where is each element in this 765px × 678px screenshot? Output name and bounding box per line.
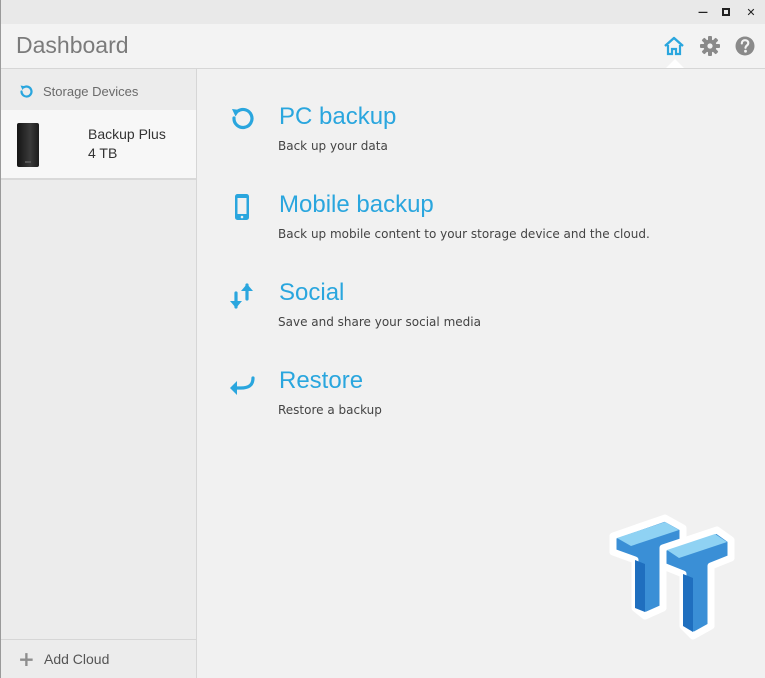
action-description: Back up mobile content to your storage d… [278,227,650,241]
add-cloud-button[interactable]: + Add Cloud [1,639,196,678]
app-header: Dashboard [1,24,765,69]
pc-backup-action[interactable]: PC backup Back up your data [197,103,697,163]
refresh-icon [232,107,254,130]
mobile-backup-action[interactable]: Mobile backup Back up mobile content to … [197,191,697,251]
storage-devices-label: Storage Devices [43,83,139,99]
gear-icon [700,36,720,56]
help-button[interactable] [734,35,756,57]
storage-devices-header[interactable]: Storage Devices [18,81,138,101]
return-arrow-icon [230,376,255,395]
action-title: Mobile backup [279,191,434,218]
maximize-button[interactable] [718,4,734,20]
device-name: Backup Plus [88,126,166,142]
home-button[interactable] [663,35,685,57]
title-bar: — ✕ [1,0,765,25]
close-button[interactable]: ✕ [743,4,759,20]
minimize-button[interactable]: — [695,4,711,20]
app-window: — ✕ Dashboard Storage Devices Backup Plu… [0,0,765,678]
social-action[interactable]: Social Save and share your social media [197,279,697,339]
maximize-icon [722,8,730,16]
action-description: Restore a backup [278,403,382,417]
settings-button[interactable] [699,35,721,57]
help-icon [735,36,755,56]
add-cloud-label: Add Cloud [44,651,110,667]
device-capacity: 4 TB [88,145,118,161]
close-icon: ✕ [746,5,756,19]
device-item-backup-plus[interactable]: Backup Plus 4 TB [1,110,196,180]
watermark-logo-icon [609,514,735,640]
action-title: Social [279,279,345,306]
page-title: Dashboard [16,32,129,58]
plus-icon: + [18,647,35,671]
transfer-arrows-icon [230,283,253,309]
hard-drive-icon [17,123,39,167]
action-title: PC backup [279,103,397,130]
sidebar: Storage Devices Backup Plus 4 TB + Add C… [1,69,197,678]
action-description: Back up your data [278,139,388,153]
home-icon [664,36,684,56]
active-tab-caret [666,59,684,68]
refresh-icon [20,85,33,98]
minimize-icon: — [698,6,708,18]
restore-action[interactable]: Restore Restore a backup [197,367,697,427]
action-title: Restore [279,367,364,394]
phone-icon [235,194,249,220]
action-description: Save and share your social media [278,315,481,329]
